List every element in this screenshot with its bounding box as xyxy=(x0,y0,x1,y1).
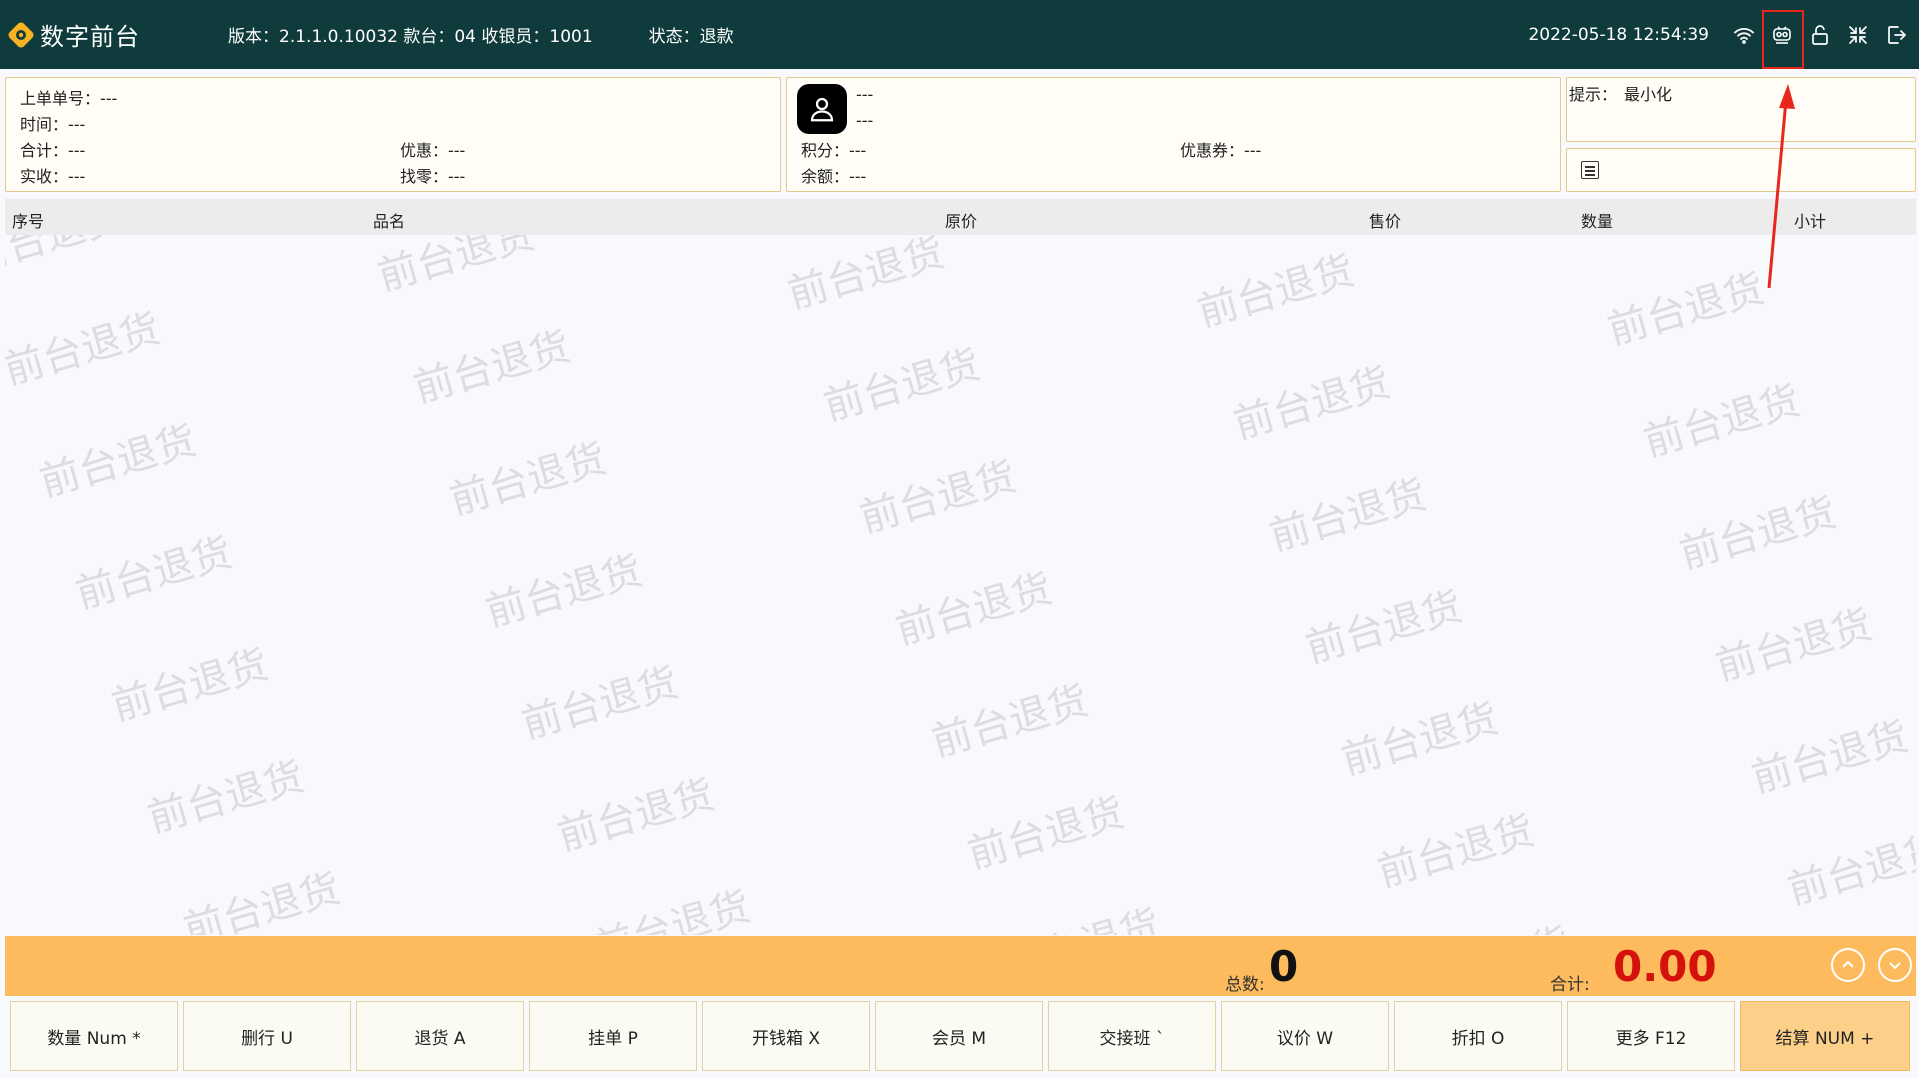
watermark-text: 前台退货 xyxy=(552,771,720,861)
last-order-number: 上单单号：--- xyxy=(20,89,118,108)
status-text: 状态：退款 xyxy=(648,27,734,47)
hint-value: 最小化 xyxy=(1624,85,1673,104)
member-coupon: 优惠券：--- xyxy=(1180,141,1262,160)
table-header: 序号 品名 原价 售价 数量 小计 xyxy=(5,199,1916,235)
hold-order-button[interactable]: 挂单 P xyxy=(529,1001,697,1071)
watermark-text: 前台退货 xyxy=(962,789,1130,879)
watermark-text: 前台退货 xyxy=(70,529,238,619)
datetime: 2022-05-18 12:54:39 xyxy=(1528,24,1709,45)
col-subtotal: 小计 xyxy=(1794,212,1827,231)
more-button[interactable]: 更多 F12 xyxy=(1567,1001,1735,1071)
shift-handover-button[interactable]: 交接班 ` xyxy=(1048,1001,1216,1071)
watermark-text: 前台退货 xyxy=(480,547,648,637)
watermark-text: 前台退货 xyxy=(178,865,346,935)
item-list[interactable]: 前台退货 前台退货 前台退货 前台退货 前台退货 前台退货 前台退货 前台退货 前台退货 前台退货… xyxy=(5,235,1916,935)
exit-fullscreen-icon[interactable] xyxy=(1839,16,1877,54)
barcode-input[interactable] xyxy=(1566,148,1916,192)
return-button[interactable]: 退货 A xyxy=(356,1001,524,1071)
watermark-text: 前台退货 xyxy=(34,417,202,507)
member-phone: --- xyxy=(856,111,874,130)
member-balance: 余额：--- xyxy=(801,167,867,186)
watermark-text: 前台退货 xyxy=(588,883,756,935)
watermark-text: 前台退货 xyxy=(782,235,950,319)
watermark-text: 前台退货 xyxy=(5,305,166,395)
col-index: 序号 xyxy=(12,212,45,231)
watermark-text: 前台退货 xyxy=(1228,359,1396,449)
col-name: 品名 xyxy=(373,212,406,231)
watermark-text: 前台退货 xyxy=(1816,928,1916,935)
watermark-text: 前台退货 xyxy=(1192,247,1360,337)
watermark-text: 前台退货 xyxy=(1674,489,1842,579)
app-logo: 数字前台 xyxy=(6,17,216,52)
top-bar: 数字前台 版本：2.1.1.0.10032 款台：04 收银员：1001 状态：… xyxy=(0,0,1919,69)
watermark-text: 前台退货 xyxy=(1638,377,1806,467)
watermark-text: 前台退货 xyxy=(926,677,1094,767)
watermark-text: 前台退货 xyxy=(890,565,1058,655)
order-change: 找零：--- xyxy=(400,167,466,186)
watermark-text: 前台退货 xyxy=(1264,471,1432,561)
hint-label: 提示： xyxy=(1569,85,1618,104)
count-label: 总数: xyxy=(1225,975,1265,995)
watermark-text: 前台退货 xyxy=(408,323,576,413)
watermark-text: 前台退货 xyxy=(1710,601,1878,691)
watermark-text: 前台退货 xyxy=(1602,265,1770,355)
app-name: 数字前台 xyxy=(40,23,140,51)
scroll-down-button[interactable] xyxy=(1878,948,1912,982)
delete-row-button[interactable]: 删行 U xyxy=(183,1001,351,1071)
col-original-price: 原价 xyxy=(945,212,978,231)
chevron-down-icon xyxy=(1889,962,1901,970)
watermark-text: 前台退货 xyxy=(854,453,1022,543)
member-button[interactable]: 会员 M xyxy=(875,1001,1043,1071)
order-total: 合计：--- xyxy=(20,141,86,160)
quantity-button[interactable]: 数量 Num * xyxy=(10,1001,178,1071)
totals-bar: 总数: 0 合计: 0.00 xyxy=(5,936,1916,996)
open-cash-drawer-button[interactable]: 开钱箱 X xyxy=(702,1001,870,1071)
order-info-panel: 上单单号：--- 时间：--- 合计：--- 优惠：--- 实收：--- 找零：… xyxy=(5,77,781,192)
col-sale-price: 售价 xyxy=(1369,212,1402,231)
col-quantity: 数量 xyxy=(1581,212,1614,231)
order-discount: 优惠：--- xyxy=(400,141,466,160)
watermark-text: 前台退货 xyxy=(5,235,130,283)
watermark-text: 前台退货 xyxy=(372,235,540,301)
logo-icon xyxy=(6,20,36,50)
member-name: --- xyxy=(856,85,874,104)
checkout-button[interactable]: 结算 NUM + xyxy=(1740,1001,1910,1071)
discount-button[interactable]: 折扣 O xyxy=(1394,1001,1562,1071)
hint-panel: 提示： 最小化 xyxy=(1566,77,1916,142)
watermark-text: 前台退货 xyxy=(996,892,1166,935)
sum-label: 合计: xyxy=(1550,975,1590,995)
watermark-text: 前台退货 xyxy=(106,641,274,731)
member-points: 积分：--- xyxy=(801,141,867,160)
unlock-icon[interactable] xyxy=(1801,16,1839,54)
watermark-text: 前台退货 xyxy=(444,435,612,525)
watermark-text: 前台退货 xyxy=(1746,713,1914,803)
order-time: 时间：--- xyxy=(20,115,86,134)
chevron-up-icon xyxy=(1842,960,1854,968)
watermark-text: 前台退货 xyxy=(818,341,986,431)
watermark-text: 前台退货 xyxy=(1782,825,1916,915)
count-value: 0 xyxy=(1269,942,1299,991)
keyboard-icon[interactable] xyxy=(1581,161,1599,179)
annotation-highlight-box xyxy=(1762,10,1804,69)
terminal-info: 版本：2.1.1.0.10032 款台：04 收银员：1001 xyxy=(228,27,593,47)
watermark-text: 前台退货 xyxy=(1336,695,1504,785)
user-icon xyxy=(810,97,834,122)
watermark-text: 前台退货 xyxy=(142,753,310,843)
wifi-icon[interactable] xyxy=(1725,16,1763,54)
sum-value: 0.00 xyxy=(1613,942,1717,991)
order-received: 实收：--- xyxy=(20,167,86,186)
logout-icon[interactable] xyxy=(1877,16,1915,54)
avatar[interactable] xyxy=(797,84,847,134)
member-info-panel[interactable]: --- --- 积分：--- 优惠券：--- 余额：--- xyxy=(786,77,1561,192)
watermark-text: 前台退货 xyxy=(1372,807,1540,897)
watermark-text: 前台退货 xyxy=(1300,583,1468,673)
scroll-up-button[interactable] xyxy=(1831,948,1865,982)
watermark-text: 前台退货 xyxy=(516,659,684,749)
watermark-text: 前台退货 xyxy=(1406,910,1576,935)
negotiate-price-button[interactable]: 议价 W xyxy=(1221,1001,1389,1071)
